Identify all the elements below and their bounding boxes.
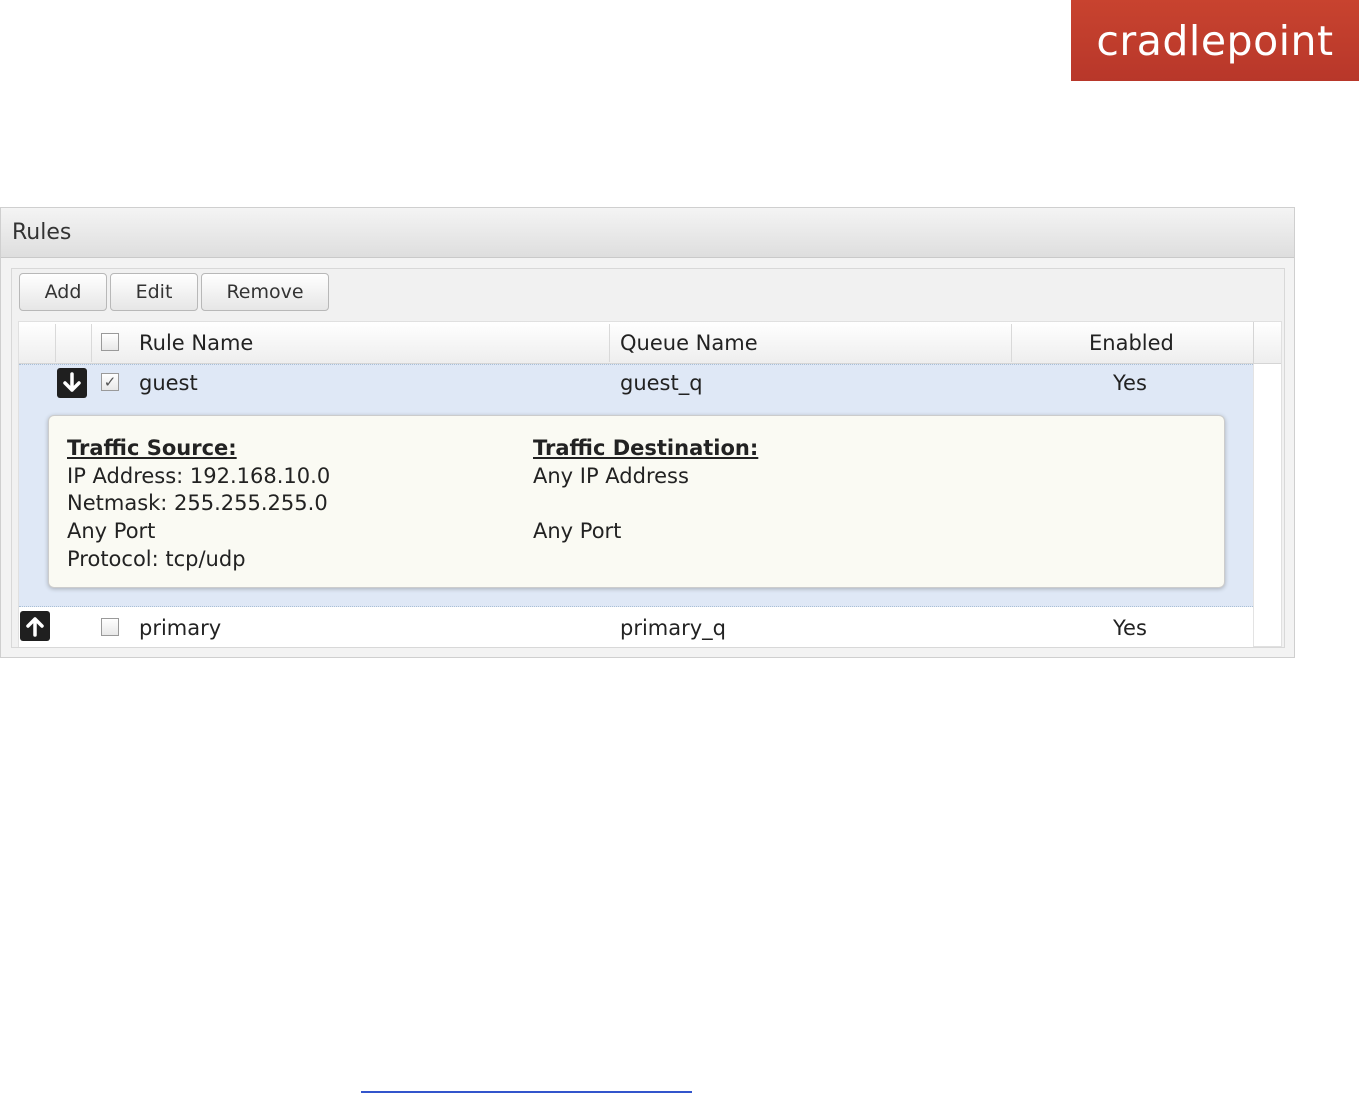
rules-panel: Rules Add Edit Remove Rule Name Queue Na…: [0, 207, 1295, 658]
row-checkbox[interactable]: ✓: [101, 373, 119, 391]
header-scroll-spacer: [1253, 322, 1281, 364]
table-row[interactable]: primary primary_q Yes: [19, 607, 1253, 647]
select-all-checkbox[interactable]: [101, 333, 119, 351]
move-down-button[interactable]: [57, 368, 87, 398]
destination-ip-address: Any IP Address: [533, 464, 689, 488]
rules-toolbar: Add Edit Remove: [19, 273, 332, 313]
remove-button[interactable]: Remove: [201, 273, 329, 311]
panel-title: Rules: [1, 208, 1294, 258]
add-button[interactable]: Add: [19, 273, 107, 311]
column-header-enabled[interactable]: Enabled: [1089, 331, 1174, 355]
down-arrow-icon: [63, 372, 81, 392]
row-checkbox[interactable]: [101, 618, 119, 636]
column-header-rule-name[interactable]: Rule Name: [139, 331, 253, 355]
edit-button[interactable]: Edit: [110, 273, 198, 311]
column-separator: [609, 324, 610, 362]
checkmark-icon: ✓: [103, 373, 117, 391]
rules-panel-body: Add Edit Remove Rule Name Queue Name Ena…: [11, 268, 1285, 648]
grid-header: Rule Name Queue Name Enabled: [19, 322, 1253, 364]
source-protocol: Protocol: tcp/udp: [67, 547, 246, 571]
traffic-destination-heading: Traffic Destination:: [533, 436, 759, 460]
table-row[interactable]: ✓ guest guest_q Yes Traffic Source: IP A…: [19, 364, 1253, 607]
grid-scrollbar[interactable]: [1253, 364, 1281, 646]
column-separator: [55, 324, 56, 362]
rule-name-cell: primary: [139, 616, 222, 640]
destination-port: Any Port: [533, 519, 622, 543]
move-up-button[interactable]: [20, 611, 50, 641]
rule-name-cell: guest: [139, 371, 198, 395]
column-header-queue-name[interactable]: Queue Name: [620, 331, 758, 355]
source-port: Any Port: [67, 519, 156, 543]
column-separator: [91, 324, 92, 362]
column-separator: [1011, 324, 1012, 362]
queue-name-cell: primary_q: [620, 616, 727, 640]
enabled-cell: Yes: [1113, 616, 1147, 640]
queue-name-cell: guest_q: [620, 371, 703, 395]
rule-details-popup: Traffic Source: IP Address: 192.168.10.0…: [48, 415, 1225, 588]
cradlepoint-logo: cradlepoint: [1071, 0, 1359, 81]
rules-grid: Rule Name Queue Name Enabled ✓ guest gue: [18, 321, 1282, 647]
logo-text: cradlepoint: [1096, 16, 1334, 65]
source-netmask: Netmask: 255.255.255.0: [67, 491, 328, 515]
hyperlink-underline[interactable]: [361, 1091, 692, 1093]
up-arrow-icon: [26, 617, 44, 637]
enabled-cell: Yes: [1113, 371, 1147, 395]
source-ip-address: IP Address: 192.168.10.0: [67, 464, 331, 488]
traffic-source-heading: Traffic Source:: [67, 436, 237, 460]
